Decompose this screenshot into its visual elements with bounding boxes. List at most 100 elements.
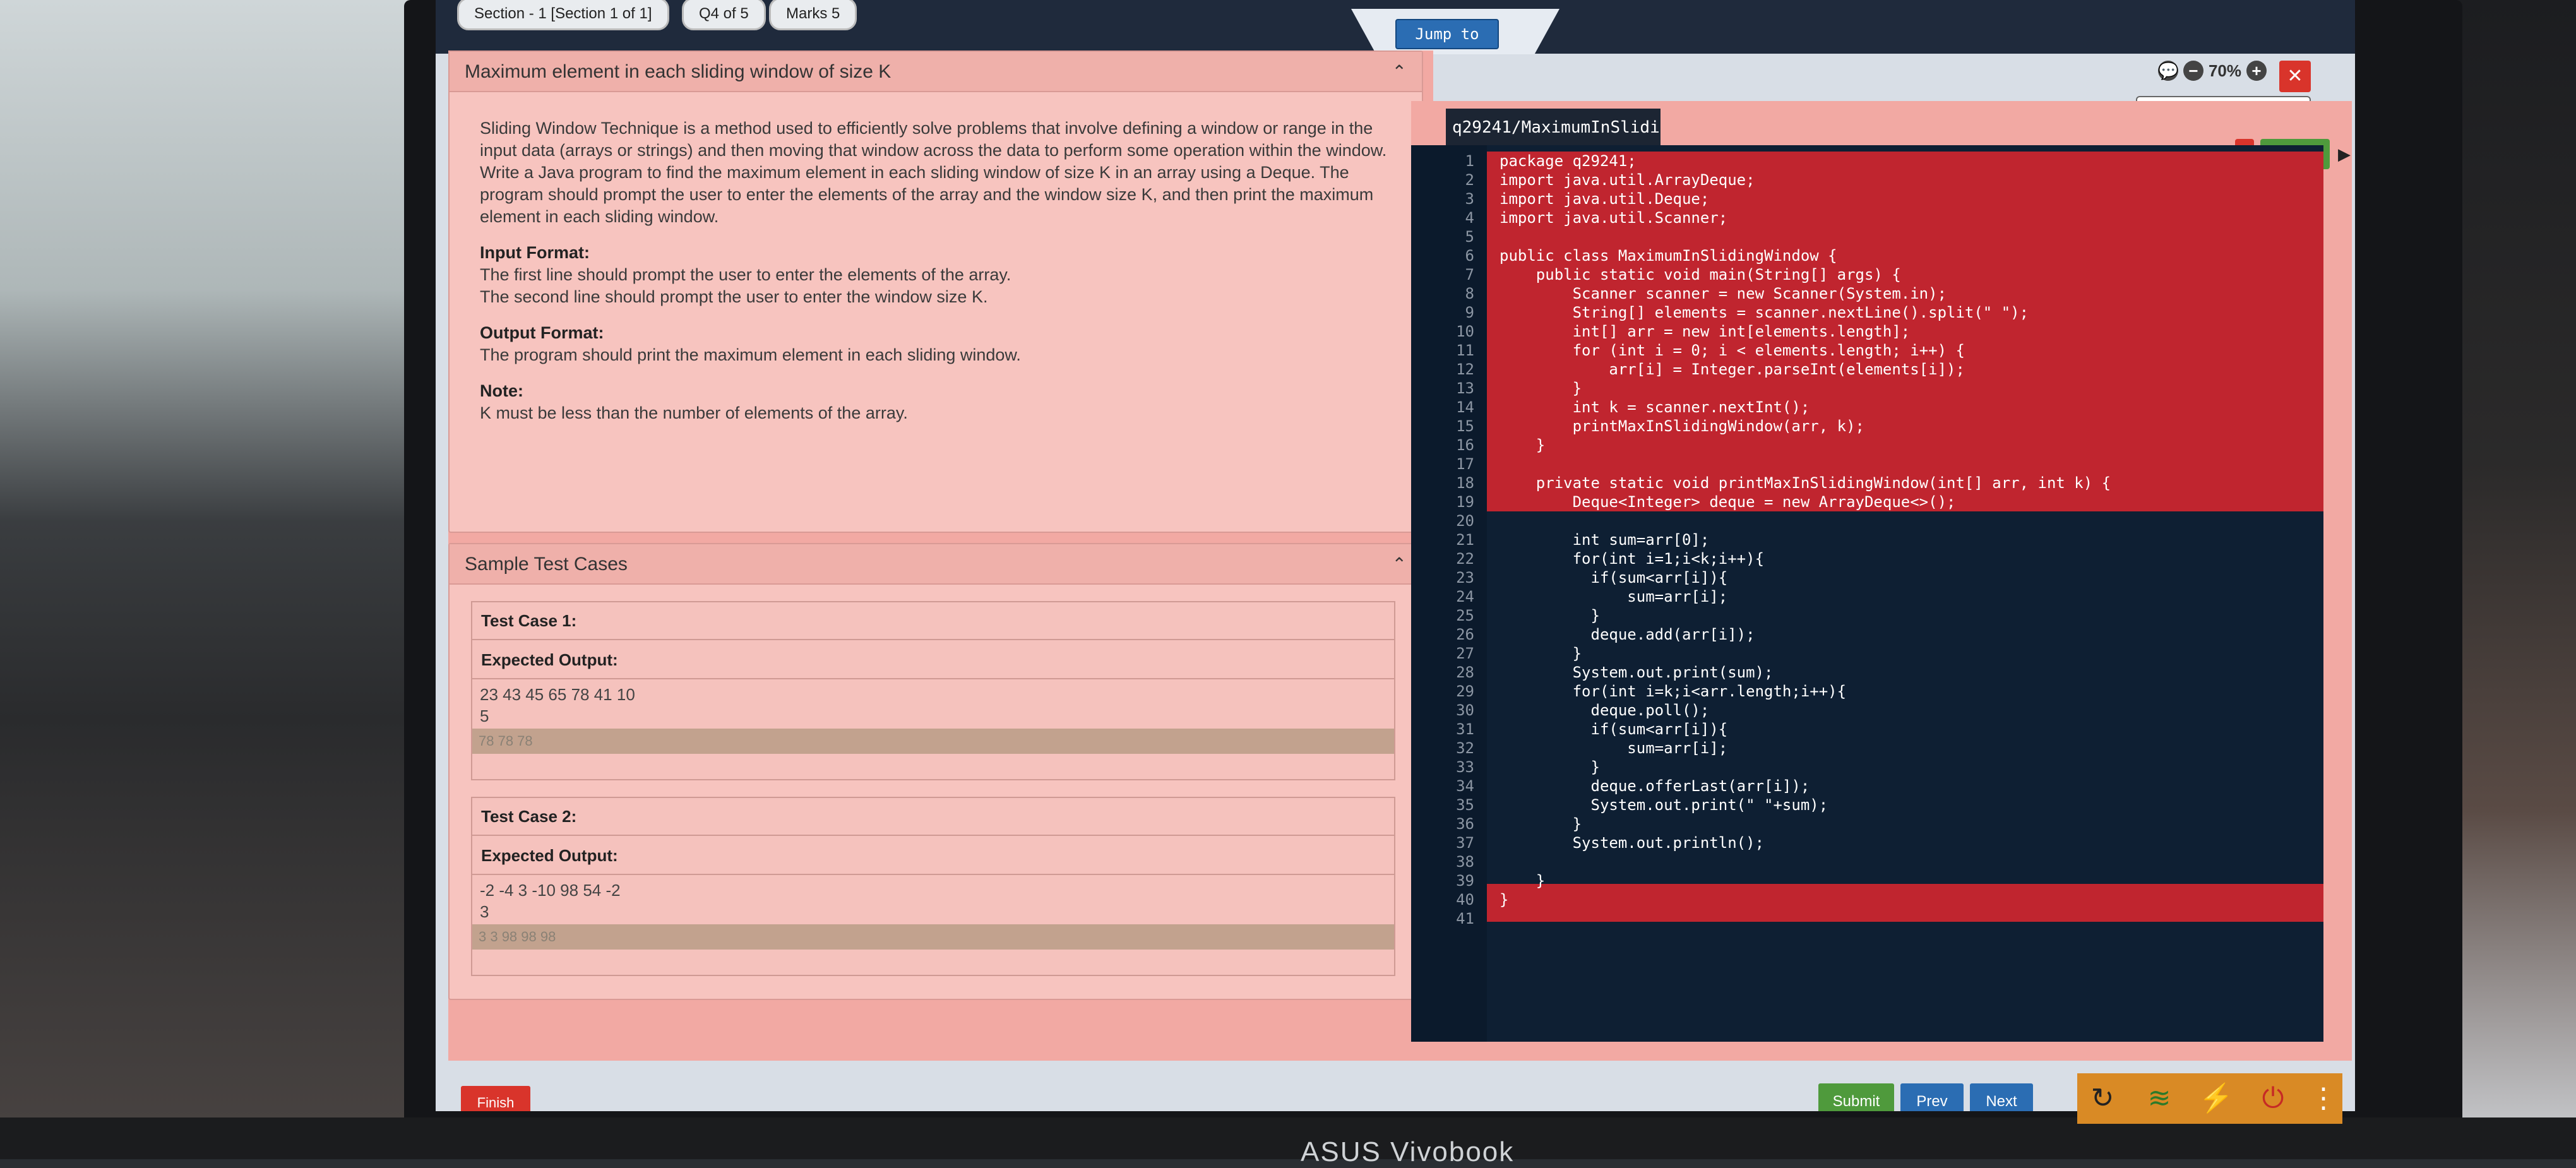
code-line[interactable]: 31 if(sum<arr[i]){ [1411,720,1727,739]
question-pill[interactable]: Q4 of 5 [682,0,766,30]
code-text: private static void printMaxInSlidingWin… [1500,474,2111,492]
code-line[interactable]: 39 } [1411,871,1545,890]
expected-output-label: Expected Output: [472,837,1394,875]
code-text: if(sum<arr[i]){ [1500,720,1728,738]
plug-icon[interactable]: ⚡ [2191,1080,2241,1117]
reload-icon[interactable]: ↻ [2077,1080,2128,1117]
line-number: 4 [1465,209,1474,227]
line-number: 30 [1456,701,1474,719]
finish-button[interactable]: Finish [461,1086,530,1111]
jump-to-button[interactable]: Jump to [1395,19,1499,49]
code-line[interactable]: 41 [1411,909,1500,928]
code-line[interactable]: 14 int k = scanner.nextInt(); [1411,398,1810,417]
chat-icon[interactable]: 💬 [2157,61,2178,81]
line-number: 2 [1465,171,1474,189]
status-controls: 💬 − 70% + [2157,61,2267,81]
prev-button[interactable]: Prev [1900,1083,1964,1111]
code-line[interactable]: 5 [1411,227,1500,246]
code-editor[interactable]: 1 package q29241; 2 import java.util.ArrayD… [1411,145,2323,1042]
code-text: } [1500,872,1546,890]
zoom-in-icon[interactable]: + [2246,61,2267,81]
test-case-input: 5 [480,706,489,725]
code-line[interactable]: 19 Deque<Integer> deque = new ArrayDeque… [1411,492,1955,511]
code-line[interactable]: 9 String[] elements = scanner.nextLine()… [1411,303,2029,322]
code-line[interactable]: 32 sum=arr[i]; [1411,739,1727,758]
code-line[interactable]: 1 package q29241; [1411,152,1637,170]
code-line[interactable]: 16 } [1411,436,1545,455]
chevron-up-icon[interactable]: ⌃ [1392,544,1407,585]
code-line[interactable]: 20 [1411,511,1500,530]
code-line[interactable]: 18 private static void printMaxInSliding… [1411,474,2111,492]
code-line[interactable]: 37 System.out.println(); [1411,833,1764,852]
code-text: } [1500,436,1546,454]
code-text: sum=arr[i]; [1500,588,1728,605]
file-tab[interactable]: q29241/MaximumInSlidi [1446,109,1661,146]
code-line[interactable]: 38 [1411,852,1500,871]
code-line[interactable]: 21 int sum=arr[0]; [1411,530,1709,549]
test-case-1: Test Case 1: Expected Output: 23 43 45 6… [471,601,1395,780]
code-text: arr[i] = Integer.parseInt(elements[i]); [1500,361,1965,378]
chevron-up-icon[interactable]: ⌃ [1392,52,1407,92]
code-line[interactable]: 28 System.out.print(sum); [1411,663,1773,682]
line-number: 41 [1456,910,1474,927]
laptop-brand: ASUS Vivobook [1301,1136,1515,1167]
code-text: printMaxInSlidingWindow(arr, k); [1500,417,1864,435]
code-text: import java.util.ArrayDeque; [1500,171,1755,189]
code-line[interactable]: 27 } [1411,644,1582,663]
code-text: package q29241; [1500,152,1637,170]
code-line[interactable]: 13 } [1411,379,1582,398]
code-text: for(int i=k;i<arr.length;i++){ [1500,682,1847,700]
zoom-out-icon[interactable]: − [2183,61,2203,81]
code-line[interactable]: 26 deque.add(arr[i]); [1411,625,1755,644]
line-number: 22 [1456,550,1474,568]
code-line[interactable]: 36 } [1411,814,1582,833]
code-text: } [1500,645,1582,662]
code-line[interactable]: 12 arr[i] = Integer.parseInt(elements[i]… [1411,360,1965,379]
code-line[interactable]: 17 [1411,455,1500,474]
code-line[interactable]: 2 import java.util.ArrayDeque; [1411,170,1755,189]
code-text: for (int i = 0; i < elements.length; i++… [1500,342,1965,359]
code-text: int[] arr = new int[elements.length]; [1500,323,1911,340]
code-line[interactable]: 23 if(sum<arr[i]){ [1411,568,1727,587]
section-pill[interactable]: Section - 1 [Section 1 of 1] [457,0,669,30]
code-line[interactable]: 25 } [1411,606,1600,625]
code-line[interactable]: 30 deque.poll(); [1411,701,1709,720]
code-line[interactable]: 35 System.out.print(" "+sum); [1411,796,1828,814]
code-text: System.out.print(" "+sum); [1500,796,1828,814]
code-line[interactable]: 34 deque.offerLast(arr[i]); [1411,777,1810,796]
code-line[interactable]: 4 import java.util.Scanner; [1411,208,1728,227]
submit-button[interactable]: Submit [1818,1083,1894,1111]
code-text: System.out.println(); [1500,834,1765,852]
code-line[interactable]: 33 } [1411,758,1600,777]
close-button[interactable]: ✕ [2279,61,2311,92]
line-number: 6 [1465,247,1474,265]
code-line[interactable]: 15 printMaxInSlidingWindow(arr, k); [1411,417,1864,436]
wifi-icon[interactable]: ≋ [2134,1080,2185,1117]
test-case-label: Test Case 1: [472,602,1394,640]
line-number: 32 [1456,739,1474,757]
input-format-heading: Input Format: [480,243,590,262]
line-number: 5 [1465,228,1474,246]
power-icon[interactable]: ⏻ [2248,1080,2298,1117]
samples-title: Sample Test Cases [450,544,1422,585]
code-line[interactable]: 7 public static void main(String[] args)… [1411,265,1901,284]
line-number: 12 [1456,361,1474,378]
code-line[interactable]: 29 for(int i=k;i<arr.length;i++){ [1411,682,1846,701]
code-line[interactable]: 6 public class MaximumInSlidingWindow { [1411,246,1837,265]
code-line[interactable]: 22 for(int i=1;i<k;i++){ [1411,549,1764,568]
code-line[interactable]: 24 sum=arr[i]; [1411,587,1727,606]
code-text: deque.add(arr[i]); [1500,626,1755,643]
code-text: public static void main(String[] args) { [1500,266,1901,283]
next-button[interactable]: Next [1970,1083,2033,1111]
line-number: 36 [1456,815,1474,833]
code-line[interactable]: 3 import java.util.Deque; [1411,189,1710,208]
code-text: Scanner scanner = new Scanner(System.in)… [1500,285,1947,302]
run-icon[interactable]: ▶ [2334,139,2355,169]
code-line[interactable]: 11 for (int i = 0; i < elements.length; … [1411,341,1965,360]
code-line[interactable]: 40} [1411,890,1508,909]
more-icon[interactable]: ⋮ [2298,1080,2349,1117]
code-line[interactable]: 10 int[] arr = new int[elements.length]; [1411,322,1910,341]
code-text: int k = scanner.nextInt(); [1500,398,1810,416]
code-text: deque.offerLast(arr[i]); [1500,777,1810,795]
code-line[interactable]: 8 Scanner scanner = new Scanner(System.i… [1411,284,1947,303]
